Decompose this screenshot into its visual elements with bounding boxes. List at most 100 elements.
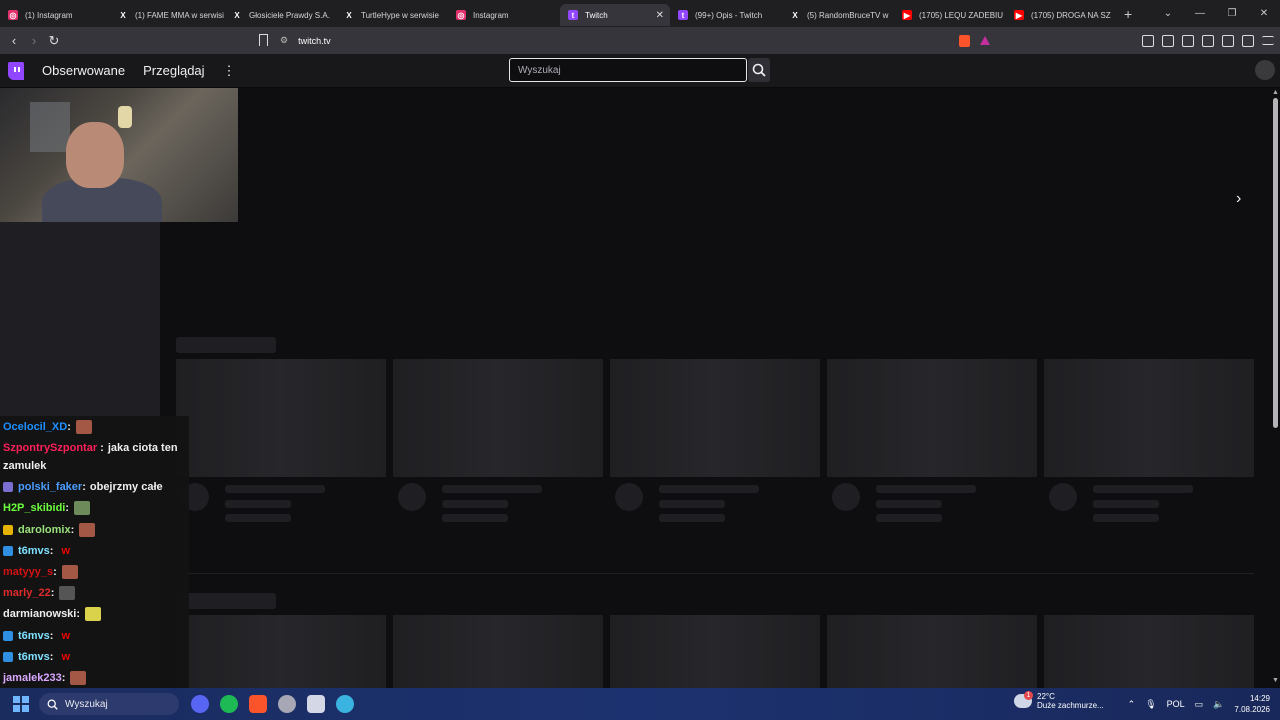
extensions-icon[interactable]	[1142, 34, 1154, 47]
chat-username[interactable]: t6mvs	[18, 542, 50, 560]
tab-favicon-icon: ▶	[1014, 10, 1024, 20]
chat-separator: :	[67, 421, 71, 433]
start-button[interactable]	[13, 696, 29, 712]
nav-browse[interactable]: Przeglądaj	[143, 63, 204, 78]
menu-icon[interactable]	[1262, 36, 1274, 45]
taskbar-search[interactable]: Wyszukaj	[39, 693, 179, 715]
network-icon[interactable]: ▭	[1195, 699, 1204, 710]
text-placeholder	[442, 514, 508, 522]
search-input[interactable]: Wyszukaj	[509, 58, 747, 82]
new-tab-button[interactable]: +	[1124, 6, 1146, 22]
tab-title: TurtleHype w serwisie	[361, 10, 439, 20]
close-window-button[interactable]: ✕	[1248, 8, 1280, 19]
wallet-icon[interactable]	[1202, 34, 1214, 47]
chat-username[interactable]: Ocelocil_XD	[3, 418, 67, 436]
chat-username[interactable]: SzpontrySzpontar	[3, 442, 97, 454]
search-icon	[752, 63, 766, 77]
spotify-icon[interactable]	[220, 695, 238, 713]
vpn-icon[interactable]	[1242, 34, 1254, 47]
chat-username[interactable]: t6mvs	[18, 648, 50, 666]
discord-icon[interactable]	[191, 695, 209, 713]
user-avatar[interactable]	[1255, 60, 1275, 80]
chat-separator: :	[49, 629, 54, 642]
scrollbar-thumb[interactable]	[1273, 98, 1278, 428]
brave-rewards-icon[interactable]	[980, 36, 990, 45]
calculator-icon[interactable]	[307, 695, 325, 713]
search-button[interactable]	[748, 58, 770, 82]
browser-tab[interactable]: t (99+) Opis - Twitch	[670, 4, 782, 26]
stream-card-placeholder	[1044, 359, 1254, 477]
more-options-icon[interactable]: ⋮	[223, 63, 236, 79]
reload-icon[interactable]: ↻	[44, 33, 64, 49]
bookmark-icon[interactable]	[259, 34, 268, 46]
browser-tab[interactable]: X (1) FAME MMA w serwisie	[110, 4, 224, 26]
forward-icon[interactable]: ›	[24, 33, 44, 48]
tab-close-icon[interactable]: ✕	[656, 10, 664, 21]
page-scrollbar[interactable]: ▲ ▼	[1270, 88, 1280, 688]
browser-tab[interactable]: X Głosiciele Prawdy S.A.	[224, 4, 336, 26]
chat-username[interactable]: jamalek233	[3, 669, 62, 687]
chat-overlay: Ocelocil_XD : SzpontrySzpontar : jaka ciot…	[0, 416, 189, 688]
browser-tab[interactable]: ◎ Instagram	[448, 4, 560, 26]
tab-title: Głosiciele Prawdy S.A.	[249, 10, 330, 20]
text-placeholder	[225, 500, 291, 508]
chat-username[interactable]: matyyy_s	[3, 563, 53, 581]
chat-separator: :	[61, 672, 66, 684]
browser-tab[interactable]: ▶ (1705) DROGA NA SZ	[1006, 4, 1118, 26]
sidebar-icon[interactable]	[1182, 34, 1194, 47]
microphone-icon[interactable]: 🎙	[1145, 699, 1156, 710]
minimize-button[interactable]: —	[1184, 8, 1216, 19]
browser-tab[interactable]: t Twitch ✕	[560, 4, 670, 26]
url-field[interactable]: ⚙ twitch.tv	[280, 30, 1000, 51]
chat-emote-icon	[79, 522, 96, 537]
chat-username[interactable]: marly_22	[3, 584, 51, 602]
text-placeholder	[876, 514, 942, 522]
carousel-next-icon[interactable]: ›	[1236, 190, 1241, 208]
browser-tab[interactable]: ◎ (1) Instagram	[0, 4, 110, 26]
nav-followed[interactable]: Obserwowane	[42, 63, 125, 78]
chat-username[interactable]: darmianowski	[3, 605, 76, 623]
chat-separator: :	[76, 608, 81, 621]
chat-username[interactable]: polski_faker	[18, 478, 82, 496]
weather-widget[interactable]: 22°C Duże zachmurze... 1	[1014, 691, 1104, 710]
media-icon[interactable]	[1162, 34, 1174, 47]
twitch-logo-icon[interactable]	[8, 61, 24, 80]
brave-icon[interactable]	[249, 695, 267, 713]
chat-separator: :	[49, 650, 54, 663]
chat-username[interactable]: darolomix	[18, 521, 71, 539]
browser-tab[interactable]: X TurtleHype w serwisie	[336, 4, 448, 26]
maximize-button[interactable]: ❐	[1216, 8, 1248, 19]
text-placeholder	[659, 485, 759, 493]
text-placeholder	[1093, 514, 1159, 522]
leo-icon[interactable]	[1222, 34, 1234, 47]
chat-badge-icon	[3, 524, 13, 535]
chat-username[interactable]: H2P_skibidi	[3, 499, 65, 517]
globe-icon[interactable]	[336, 695, 354, 713]
tab-favicon-icon: ▶	[902, 10, 912, 20]
text-placeholder	[442, 485, 542, 493]
webcam-background	[30, 102, 70, 152]
browser-tab-bar: ◎ (1) Instagram X (1) FAME MMA w serwisie X G…	[0, 0, 1280, 27]
chat-emote-icon	[74, 501, 91, 516]
chat-separator: :	[97, 442, 104, 455]
browser-tab[interactable]: ▶ (1705) LEQU ZADEBIU	[894, 4, 1006, 26]
extension-icons	[1142, 30, 1274, 51]
brave-shields-icon[interactable]	[959, 34, 970, 47]
volume-icon[interactable]: 🔈	[1213, 699, 1224, 710]
back-icon[interactable]: ‹	[4, 33, 24, 48]
tray-chevron-icon[interactable]: ⌃	[1128, 699, 1136, 710]
chat-username[interactable]: t6mvs	[18, 627, 50, 645]
site-settings-icon[interactable]: ⚙	[280, 35, 288, 46]
scroll-down-icon[interactable]: ▼	[1272, 677, 1279, 684]
stream-card-placeholder	[1044, 615, 1254, 688]
chat-separator: :	[82, 481, 86, 494]
scroll-up-icon[interactable]: ▲	[1272, 89, 1279, 96]
tab-search-icon[interactable]: ⌄	[1152, 8, 1184, 19]
browser-tab[interactable]: X (5) RandomBruceTV w	[782, 4, 894, 26]
chat-message: Ocelocil_XD :	[3, 418, 92, 436]
language-indicator[interactable]: POL	[1167, 699, 1185, 709]
section-divider	[176, 573, 1254, 574]
clock[interactable]: 14:29 7.08.2026	[1234, 693, 1270, 715]
windows-taskbar: Wyszukaj 22°C Duże zachmurze... 1 ⌃ 🎙 PO…	[0, 688, 1280, 720]
steam-icon[interactable]	[278, 695, 296, 713]
